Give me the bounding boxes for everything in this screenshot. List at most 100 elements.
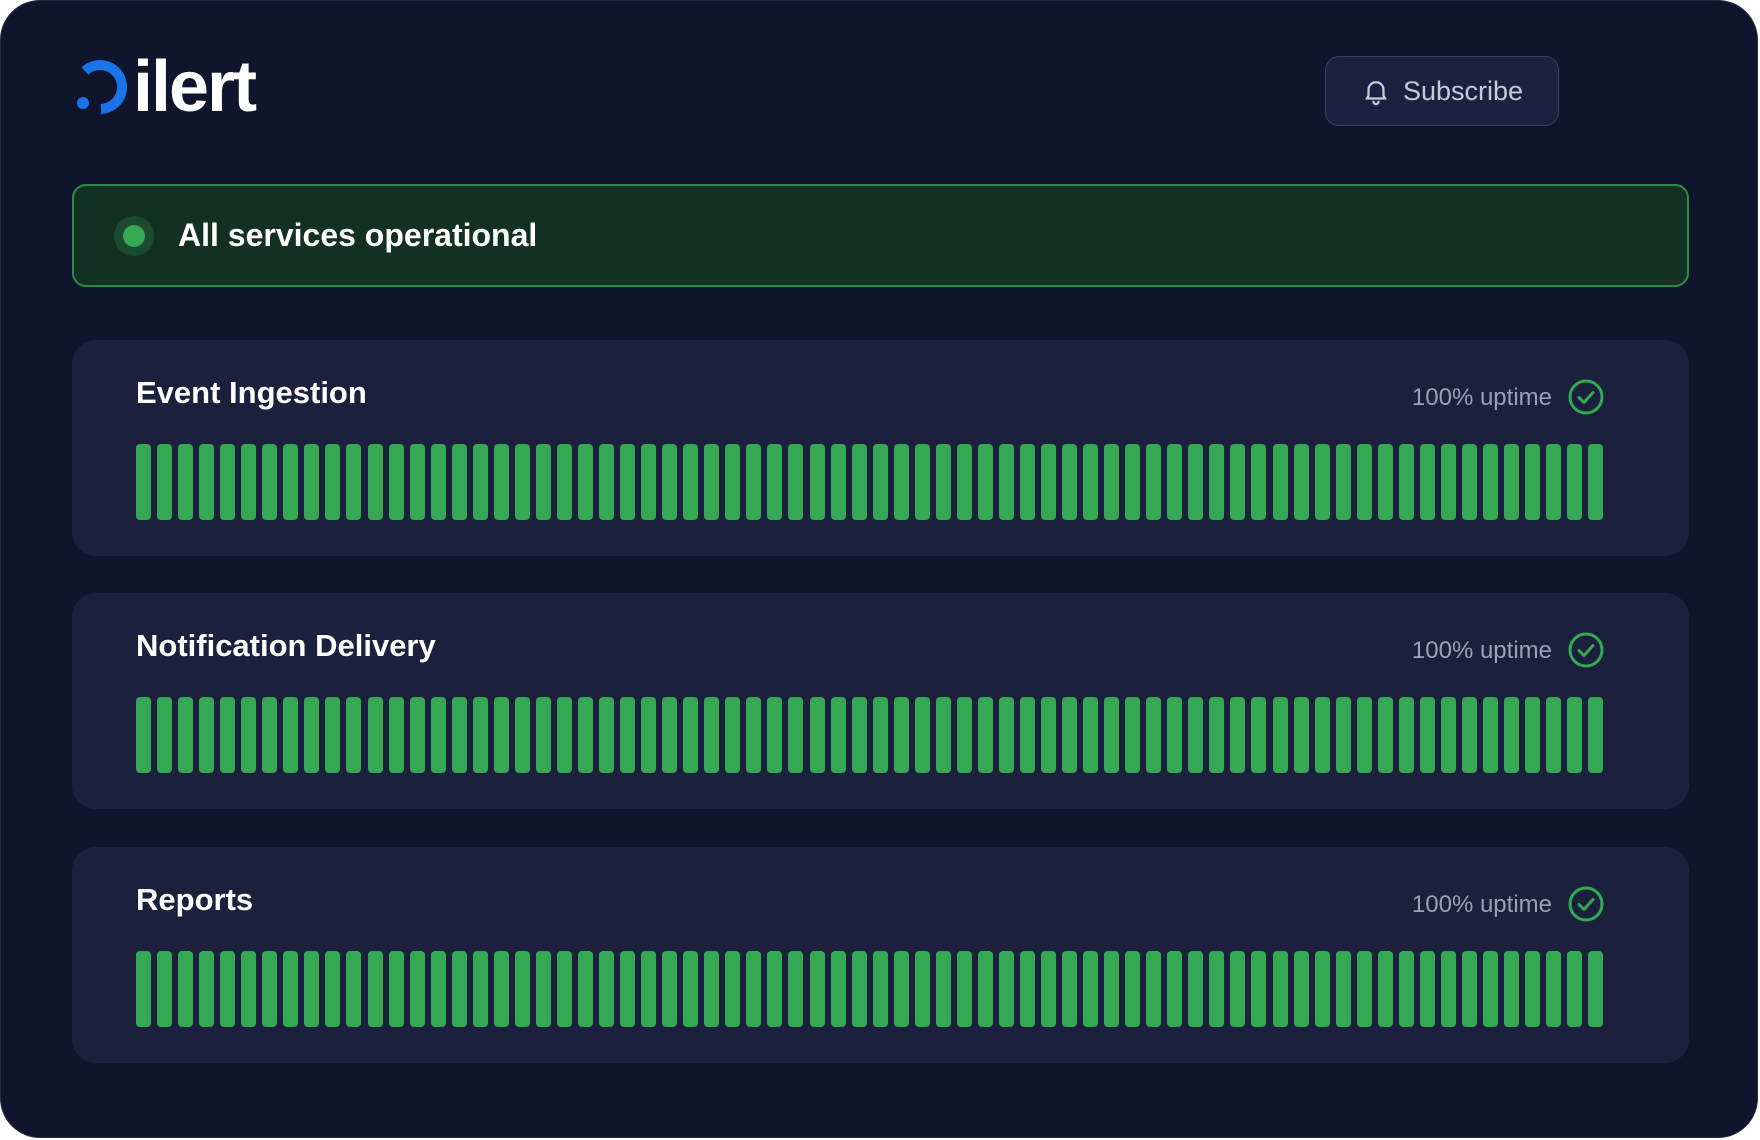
uptime-day-bar[interactable] — [577, 697, 593, 773]
uptime-day-bar[interactable] — [1377, 951, 1393, 1027]
uptime-day-bar[interactable] — [1251, 951, 1267, 1027]
uptime-day-bar[interactable] — [220, 444, 236, 520]
uptime-day-bar[interactable] — [935, 444, 951, 520]
uptime-day-bar[interactable] — [641, 697, 657, 773]
uptime-day-bar[interactable] — [1504, 951, 1520, 1027]
uptime-day-bar[interactable] — [262, 951, 278, 1027]
uptime-day-bar[interactable] — [199, 444, 215, 520]
uptime-day-bar[interactable] — [1083, 444, 1099, 520]
uptime-day-bar[interactable] — [1019, 444, 1035, 520]
uptime-day-bar[interactable] — [556, 444, 572, 520]
uptime-day-bar[interactable] — [1272, 444, 1288, 520]
uptime-day-bar[interactable] — [136, 697, 151, 773]
uptime-day-bar[interactable] — [535, 444, 551, 520]
uptime-day-bar[interactable] — [304, 444, 320, 520]
uptime-day-bar[interactable] — [620, 444, 636, 520]
uptime-day-bar[interactable] — [1440, 697, 1456, 773]
uptime-day-bar[interactable] — [136, 444, 151, 520]
uptime-day-bar[interactable] — [1461, 444, 1477, 520]
uptime-day-bar[interactable] — [451, 697, 467, 773]
uptime-day-bar[interactable] — [620, 697, 636, 773]
uptime-day-bar[interactable] — [1272, 951, 1288, 1027]
uptime-day-bar[interactable] — [262, 697, 278, 773]
uptime-day-bar[interactable] — [662, 951, 678, 1027]
uptime-day-bar[interactable] — [409, 951, 425, 1027]
uptime-day-bar[interactable] — [1398, 697, 1414, 773]
uptime-day-bar[interactable] — [1019, 951, 1035, 1027]
uptime-day-bar[interactable] — [535, 697, 551, 773]
uptime-day-bar[interactable] — [346, 951, 362, 1027]
uptime-day-bar[interactable] — [1019, 697, 1035, 773]
uptime-day-bar[interactable] — [620, 951, 636, 1027]
uptime-day-bar[interactable] — [1461, 951, 1477, 1027]
uptime-day-bar[interactable] — [1104, 444, 1120, 520]
uptime-day-bar[interactable] — [1041, 951, 1057, 1027]
uptime-day-bar[interactable] — [872, 951, 888, 1027]
uptime-day-bar[interactable] — [493, 697, 509, 773]
uptime-day-bar[interactable] — [514, 951, 530, 1027]
uptime-day-bar[interactable] — [914, 697, 930, 773]
uptime-day-bar[interactable] — [451, 444, 467, 520]
uptime-day-bar[interactable] — [556, 951, 572, 1027]
uptime-day-bar[interactable] — [851, 444, 867, 520]
uptime-day-bar[interactable] — [1104, 951, 1120, 1027]
uptime-day-bar[interactable] — [430, 951, 446, 1027]
uptime-day-bar[interactable] — [1483, 444, 1498, 520]
uptime-day-bar[interactable] — [1588, 951, 1604, 1027]
uptime-day-bar[interactable] — [535, 951, 551, 1027]
uptime-day-bar[interactable] — [641, 444, 657, 520]
uptime-day-bar[interactable] — [1230, 951, 1246, 1027]
uptime-day-bar[interactable] — [788, 697, 804, 773]
uptime-day-bar[interactable] — [367, 697, 383, 773]
uptime-day-bar[interactable] — [1293, 444, 1309, 520]
uptime-day-bar[interactable] — [1419, 951, 1435, 1027]
uptime-day-bar[interactable] — [1188, 951, 1204, 1027]
uptime-day-bar[interactable] — [325, 951, 341, 1027]
uptime-day-bar[interactable] — [241, 697, 257, 773]
uptime-day-bar[interactable] — [1588, 444, 1604, 520]
uptime-day-bar[interactable] — [704, 444, 720, 520]
uptime-day-bar[interactable] — [430, 444, 446, 520]
uptime-day-bar[interactable] — [1419, 697, 1435, 773]
uptime-day-bar[interactable] — [1188, 444, 1204, 520]
uptime-day-bar[interactable] — [472, 444, 488, 520]
uptime-day-bar[interactable] — [514, 697, 530, 773]
uptime-day-bar[interactable] — [1314, 697, 1330, 773]
uptime-day-bar[interactable] — [157, 697, 173, 773]
uptime-day-bar[interactable] — [1041, 697, 1057, 773]
uptime-day-bar[interactable] — [157, 951, 173, 1027]
uptime-day-bar[interactable] — [283, 951, 299, 1027]
uptime-day-bar[interactable] — [1125, 697, 1141, 773]
uptime-day-bar[interactable] — [851, 697, 867, 773]
uptime-day-bar[interactable] — [1062, 444, 1078, 520]
uptime-day-bar[interactable] — [409, 444, 425, 520]
uptime-day-bar[interactable] — [683, 697, 699, 773]
uptime-day-bar[interactable] — [641, 951, 657, 1027]
uptime-day-bar[interactable] — [346, 444, 362, 520]
uptime-day-bar[interactable] — [346, 697, 362, 773]
uptime-day-bar[interactable] — [220, 951, 236, 1027]
uptime-day-bar[interactable] — [241, 444, 257, 520]
uptime-day-bar[interactable] — [430, 697, 446, 773]
uptime-day-bar[interactable] — [1209, 951, 1225, 1027]
uptime-day-bar[interactable] — [767, 951, 783, 1027]
uptime-day-bar[interactable] — [577, 444, 593, 520]
uptime-day-bar[interactable] — [914, 951, 930, 1027]
uptime-day-bar[interactable] — [304, 951, 320, 1027]
subscribe-button[interactable]: Subscribe — [1325, 56, 1559, 126]
uptime-day-bar[interactable] — [830, 697, 846, 773]
uptime-day-bar[interactable] — [683, 951, 699, 1027]
uptime-day-bar[interactable] — [1272, 697, 1288, 773]
uptime-day-bar[interactable] — [935, 951, 951, 1027]
uptime-day-bar[interactable] — [956, 951, 972, 1027]
uptime-day-bar[interactable] — [1483, 697, 1498, 773]
uptime-day-bar[interactable] — [1125, 951, 1141, 1027]
uptime-day-bar[interactable] — [1146, 951, 1162, 1027]
uptime-day-bar[interactable] — [157, 444, 173, 520]
uptime-day-bar[interactable] — [1525, 697, 1541, 773]
uptime-day-bar[interactable] — [283, 444, 299, 520]
uptime-day-bar[interactable] — [1167, 951, 1183, 1027]
uptime-day-bar[interactable] — [1525, 951, 1541, 1027]
uptime-day-bar[interactable] — [472, 697, 488, 773]
uptime-day-bar[interactable] — [493, 444, 509, 520]
